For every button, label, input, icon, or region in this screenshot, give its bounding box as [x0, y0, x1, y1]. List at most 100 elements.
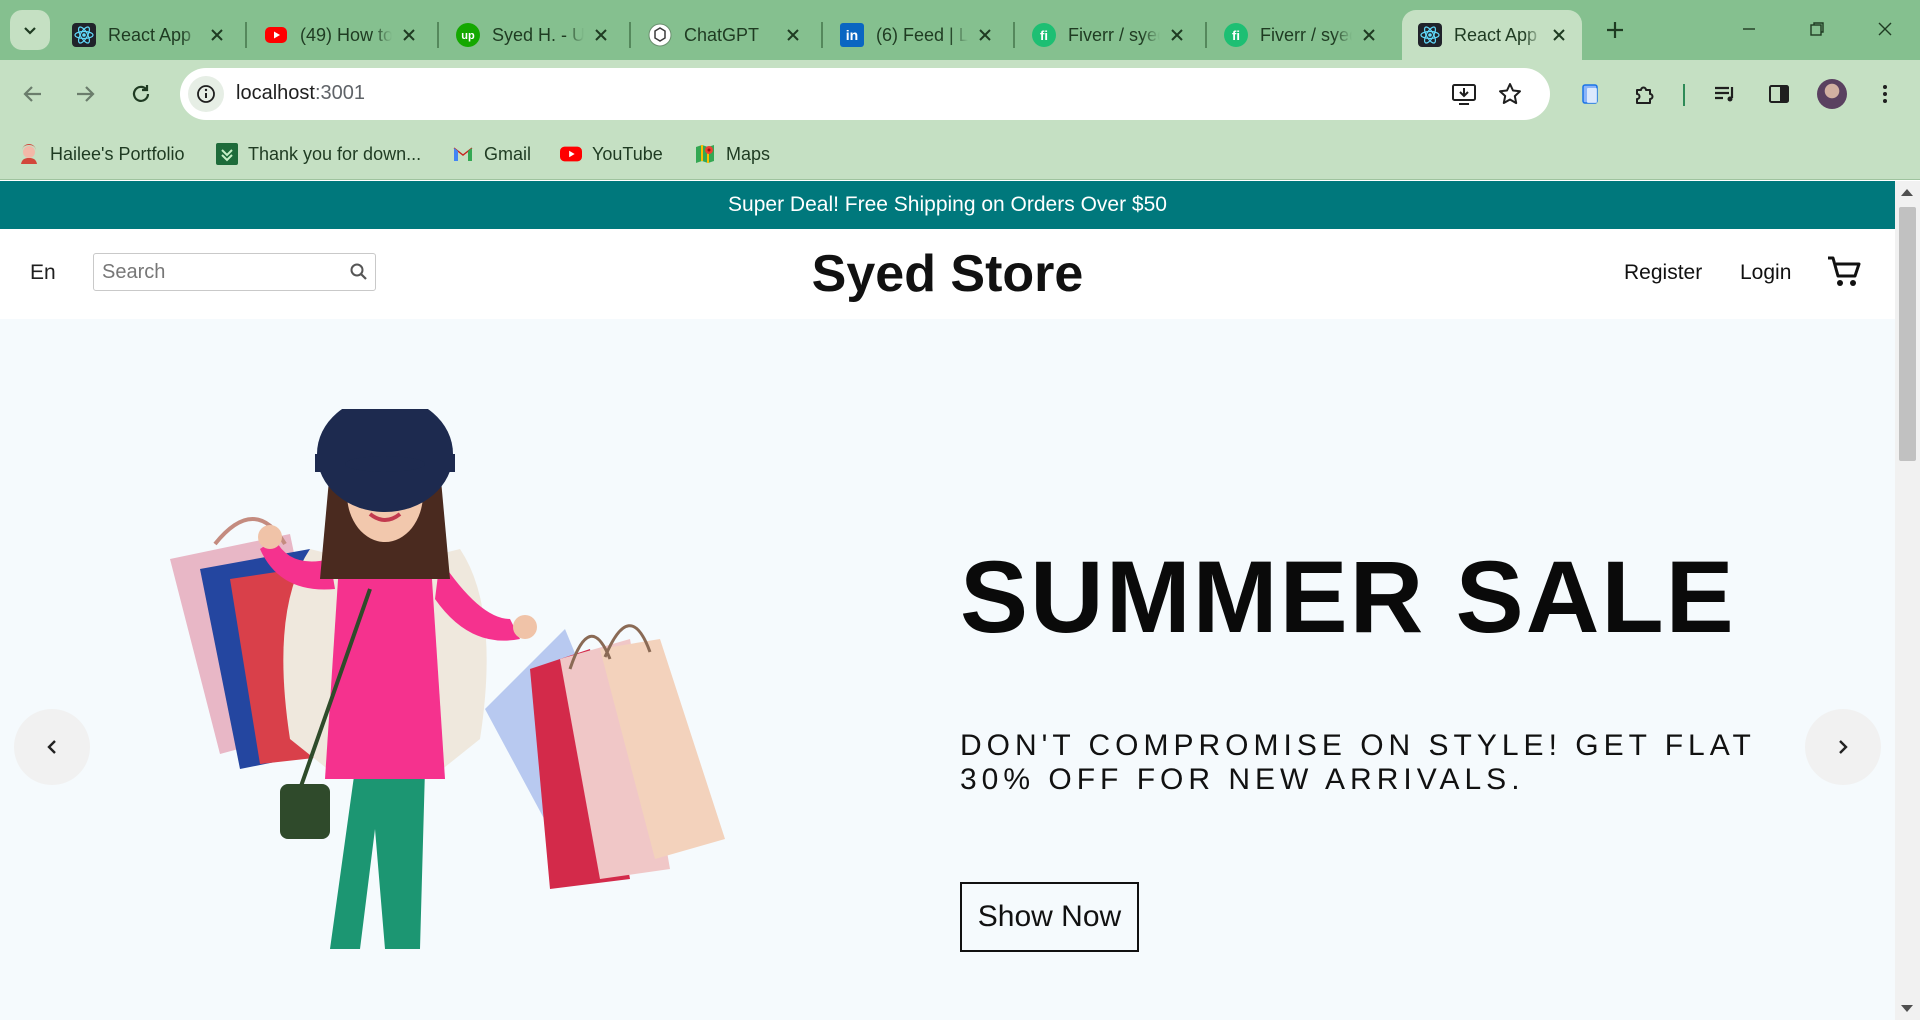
close-icon[interactable]: [1548, 24, 1570, 46]
youtube-icon: [560, 143, 582, 165]
new-tab-button[interactable]: [1600, 15, 1630, 45]
bookmark-star-button[interactable]: [1496, 80, 1524, 108]
chevron-left-icon: [47, 740, 56, 754]
restore-button[interactable]: [1800, 12, 1834, 46]
tab-fiverr[interactable]: fi Fiverr / syed: [1016, 10, 1200, 60]
close-icon[interactable]: [1166, 24, 1188, 46]
tab-title: ChatGPT: [684, 24, 760, 45]
url-host: localhost: [236, 82, 315, 104]
close-icon[interactable]: [1358, 24, 1380, 46]
page-viewport: Super Deal! Free Shipping on Orders Over…: [0, 181, 1895, 1020]
minimize-icon: [1743, 28, 1755, 30]
hero-title: SUMMER SALE: [960, 540, 1736, 654]
extensions-button[interactable]: [1628, 77, 1662, 111]
bookmark-gmail[interactable]: Gmail: [452, 140, 531, 168]
chatgpt-icon: [648, 23, 672, 47]
tab-title: Syed H. - Up: [492, 24, 584, 45]
close-icon[interactable]: [206, 24, 228, 46]
install-app-button[interactable]: [1450, 80, 1478, 108]
tab-title: (6) Feed | Li: [876, 24, 968, 45]
bookmark-label: Gmail: [484, 143, 532, 164]
register-link[interactable]: Register: [1624, 261, 1702, 285]
reload-icon: [132, 85, 150, 102]
media-controls-button[interactable]: [1708, 77, 1742, 111]
tab-title: React App: [1454, 24, 1538, 45]
install-icon: [1452, 84, 1476, 105]
show-now-button[interactable]: Show Now: [960, 882, 1139, 952]
upwork-icon: up: [456, 23, 480, 47]
tab-title: (49) How to: [300, 24, 392, 45]
address-bar[interactable]: localhost:3001: [180, 68, 1550, 120]
store-navbar: En Syed Store Register Login: [0, 229, 1895, 319]
reload-button[interactable]: [124, 77, 158, 111]
forward-button[interactable]: [68, 77, 102, 111]
tab-youtube[interactable]: (49) How to: [248, 10, 432, 60]
search-input[interactable]: [102, 258, 342, 286]
tab-search-button[interactable]: [10, 10, 50, 50]
tab-separator: [245, 22, 247, 48]
tab-fiverr[interactable]: fi Fiverr / syed: [1208, 10, 1392, 60]
scroll-up-arrow-icon[interactable]: [1901, 189, 1913, 196]
side-panel-icon: [1769, 85, 1789, 103]
tab-linkedin[interactable]: in (6) Feed | Li: [824, 10, 1008, 60]
puzzle-icon: [1636, 86, 1654, 104]
profile-avatar[interactable]: [1817, 79, 1847, 109]
extension-app-icon: [1582, 84, 1598, 104]
search-icon[interactable]: [349, 262, 369, 282]
bookmark-label: Maps: [726, 143, 771, 164]
extension-button[interactable]: [1574, 77, 1608, 111]
react-icon: [1418, 23, 1442, 47]
close-icon[interactable]: [782, 24, 804, 46]
star-icon: [1499, 83, 1521, 105]
close-icon[interactable]: [398, 24, 420, 46]
language-selector[interactable]: En: [30, 261, 56, 285]
more-vert-icon: [1883, 85, 1887, 103]
close-window-button[interactable]: [1868, 12, 1902, 46]
chrome-menu-button[interactable]: [1868, 77, 1902, 111]
bookmark-maps[interactable]: Maps: [694, 140, 770, 168]
hero-model-image: [170, 409, 725, 949]
tab-title: Fiverr / syed: [1260, 24, 1352, 45]
youtube-icon: [264, 23, 288, 47]
bookmark-youtube[interactable]: YouTube: [560, 140, 663, 168]
close-icon[interactable]: [590, 24, 612, 46]
site-info-button[interactable]: [188, 76, 224, 112]
restore-icon: [1810, 22, 1824, 36]
gmail-icon: [452, 143, 474, 165]
react-icon: [72, 23, 96, 47]
tab-strip: React App (49) How to up Syed H. - Up Ch…: [0, 0, 1920, 60]
bookmark-hailees-portfolio[interactable]: Hailee's Portfolio: [18, 140, 185, 168]
tab-react-app-active[interactable]: React App: [1402, 10, 1582, 60]
side-panel-button[interactable]: [1762, 77, 1796, 111]
hero-slider: SUMMER SALE DON'T COMPROMISE ON STYLE! G…: [0, 319, 1895, 1020]
url-text[interactable]: localhost:3001: [236, 82, 365, 105]
tab-react-app[interactable]: React App: [56, 10, 240, 60]
fiverr-icon: fi: [1032, 23, 1056, 47]
scroll-thumb[interactable]: [1899, 207, 1916, 461]
linkedin-icon: in: [840, 23, 864, 47]
minimize-button[interactable]: [1732, 12, 1766, 46]
shopping-cart-icon[interactable]: [1826, 254, 1862, 290]
login-link[interactable]: Login: [1740, 261, 1791, 285]
slider-prev-button[interactable]: [14, 709, 90, 785]
tab-separator: [629, 22, 631, 48]
scroll-down-arrow-icon[interactable]: [1901, 1005, 1913, 1012]
svg-text:fi: fi: [1232, 28, 1240, 43]
bookmark-thank-you[interactable]: Thank you for down...: [216, 140, 421, 168]
tab-title: Fiverr / syed: [1068, 24, 1160, 45]
close-icon[interactable]: [974, 24, 996, 46]
page-scrollbar[interactable]: [1895, 181, 1920, 1020]
back-button[interactable]: [16, 77, 50, 111]
maps-icon: [694, 143, 716, 165]
toolbar-divider: [1683, 84, 1685, 106]
tab-upwork[interactable]: up Syed H. - Up: [440, 10, 624, 60]
announcement-bar: Super Deal! Free Shipping on Orders Over…: [0, 181, 1895, 229]
playlist-icon: [1715, 86, 1734, 102]
close-icon: [1878, 22, 1892, 36]
bookmark-label: Thank you for down...: [248, 143, 422, 164]
tab-chatgpt[interactable]: ChatGPT: [632, 10, 816, 60]
bookmarks-bar: Hailee's Portfolio Thank you for down...…: [0, 128, 1920, 180]
portfolio-icon: [18, 143, 40, 165]
fiverr-icon: fi: [1224, 23, 1248, 47]
announcement-text: Super Deal! Free Shipping on Orders Over…: [728, 193, 1167, 216]
